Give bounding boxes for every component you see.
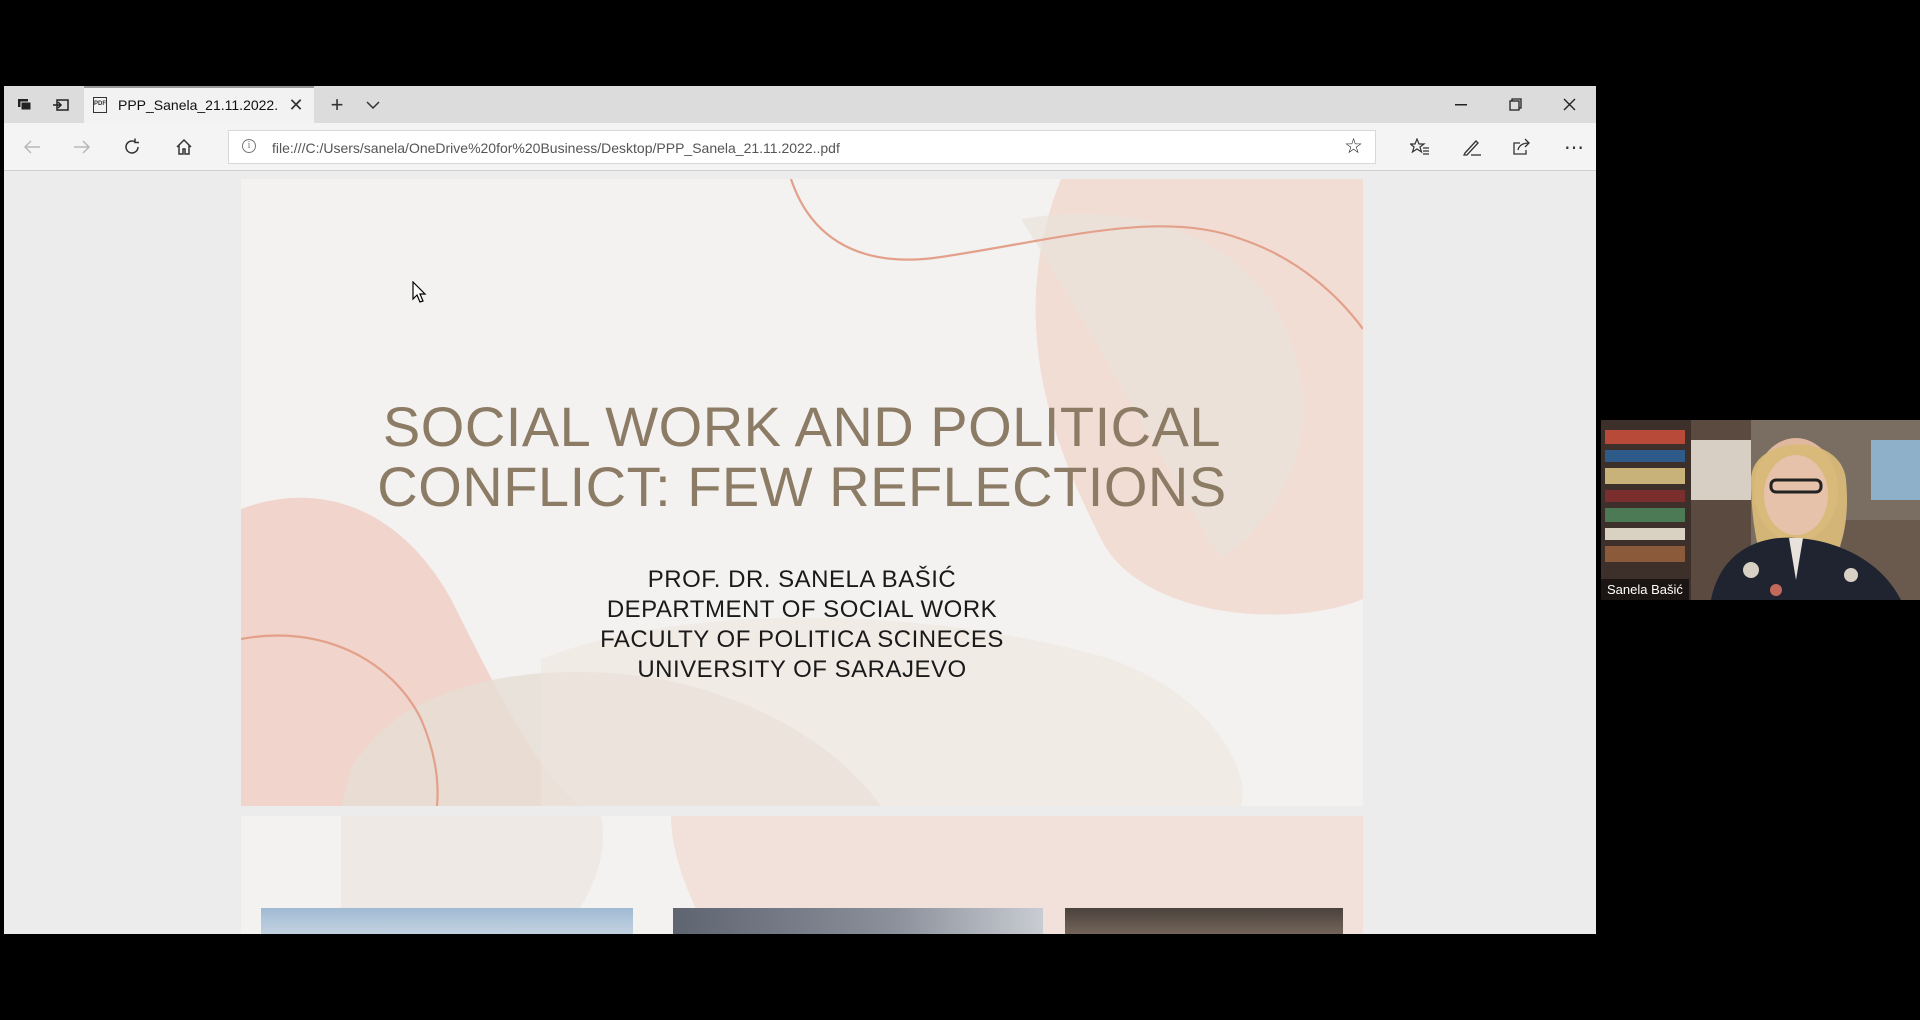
tab-bar: PDF PPP_Sanela_21.11.2022. ✕ + <box>4 86 1596 123</box>
close-icon[interactable]: ✕ <box>284 93 308 117</box>
faculty-name: FACULTY OF POLITICA SCINECES <box>600 626 1004 653</box>
cursor-icon <box>412 281 427 303</box>
slide-image-1 <box>261 908 633 934</box>
pen-icon[interactable] <box>1454 129 1490 165</box>
address-bar[interactable]: i file:///C:/Users/sanela/OneDrive%20for… <box>228 130 1376 164</box>
participant-video-tile[interactable]: Sanela Bašić <box>1601 420 1920 600</box>
chevron-down-icon[interactable] <box>356 86 390 123</box>
navigation-bar: i file:///C:/Users/sanela/OneDrive%20for… <box>4 123 1596 171</box>
slide-image-3 <box>1065 908 1343 934</box>
university-name: UNIVERSITY OF SARAJEVO <box>637 656 967 683</box>
department-name: DEPARTMENT OF SOCIAL WORK <box>606 596 998 623</box>
plus-icon[interactable]: + <box>320 86 354 123</box>
star-icon[interactable]: ☆ <box>1344 134 1363 159</box>
tab-active[interactable]: PDF PPP_Sanela_21.11.2022. ✕ <box>84 86 314 123</box>
tab-manager-icon[interactable] <box>10 86 40 123</box>
favorites-icon[interactable] <box>1402 129 1438 165</box>
slide-author-block: PROF. DR. SANELA BAŠIĆ DEPARTMENT OF SOC… <box>241 565 1363 685</box>
address-url[interactable]: file:///C:/Users/sanela/OneDrive%20for%2… <box>272 140 840 156</box>
pdf-icon: PDF <box>93 97 107 113</box>
author-name: PROF. DR. SANELA BAŠIĆ <box>647 566 957 593</box>
pdf-viewer[interactable]: SOCIAL WORK AND POLITICAL CONFLICT: FEW … <box>4 171 1596 934</box>
browser-window: PDF PPP_Sanela_21.11.2022. ✕ + i file://… <box>4 86 1596 934</box>
pdf-page-1: SOCIAL WORK AND POLITICAL CONFLICT: FEW … <box>241 179 1363 806</box>
window-close-icon[interactable] <box>1542 86 1596 123</box>
home-icon[interactable] <box>166 129 202 165</box>
refresh-icon[interactable] <box>114 129 150 165</box>
minimize-icon[interactable] <box>1434 86 1488 123</box>
slide-image-2 <box>673 908 1043 934</box>
pdf-page-2 <box>241 816 1363 934</box>
share-icon[interactable] <box>1504 129 1540 165</box>
info-icon[interactable]: i <box>242 139 256 153</box>
forward-icon[interactable] <box>64 129 100 165</box>
more-icon[interactable]: ⋯ <box>1556 129 1592 165</box>
set-aside-tabs-icon[interactable] <box>46 86 76 123</box>
slide-title-line-2: CONFLICT: FEW REFLECTIONS <box>377 455 1227 518</box>
slide-title-line-1: SOCIAL WORK AND POLITICAL <box>382 395 1222 458</box>
participant-name: Sanela Bašić <box>1601 579 1689 600</box>
slide-title: SOCIAL WORK AND POLITICAL CONFLICT: FEW … <box>241 397 1363 517</box>
tab-title: PPP_Sanela_21.11.2022. <box>118 97 279 113</box>
participant-video-feed <box>1601 420 1920 600</box>
back-icon[interactable] <box>14 129 50 165</box>
restore-icon[interactable] <box>1488 86 1542 123</box>
